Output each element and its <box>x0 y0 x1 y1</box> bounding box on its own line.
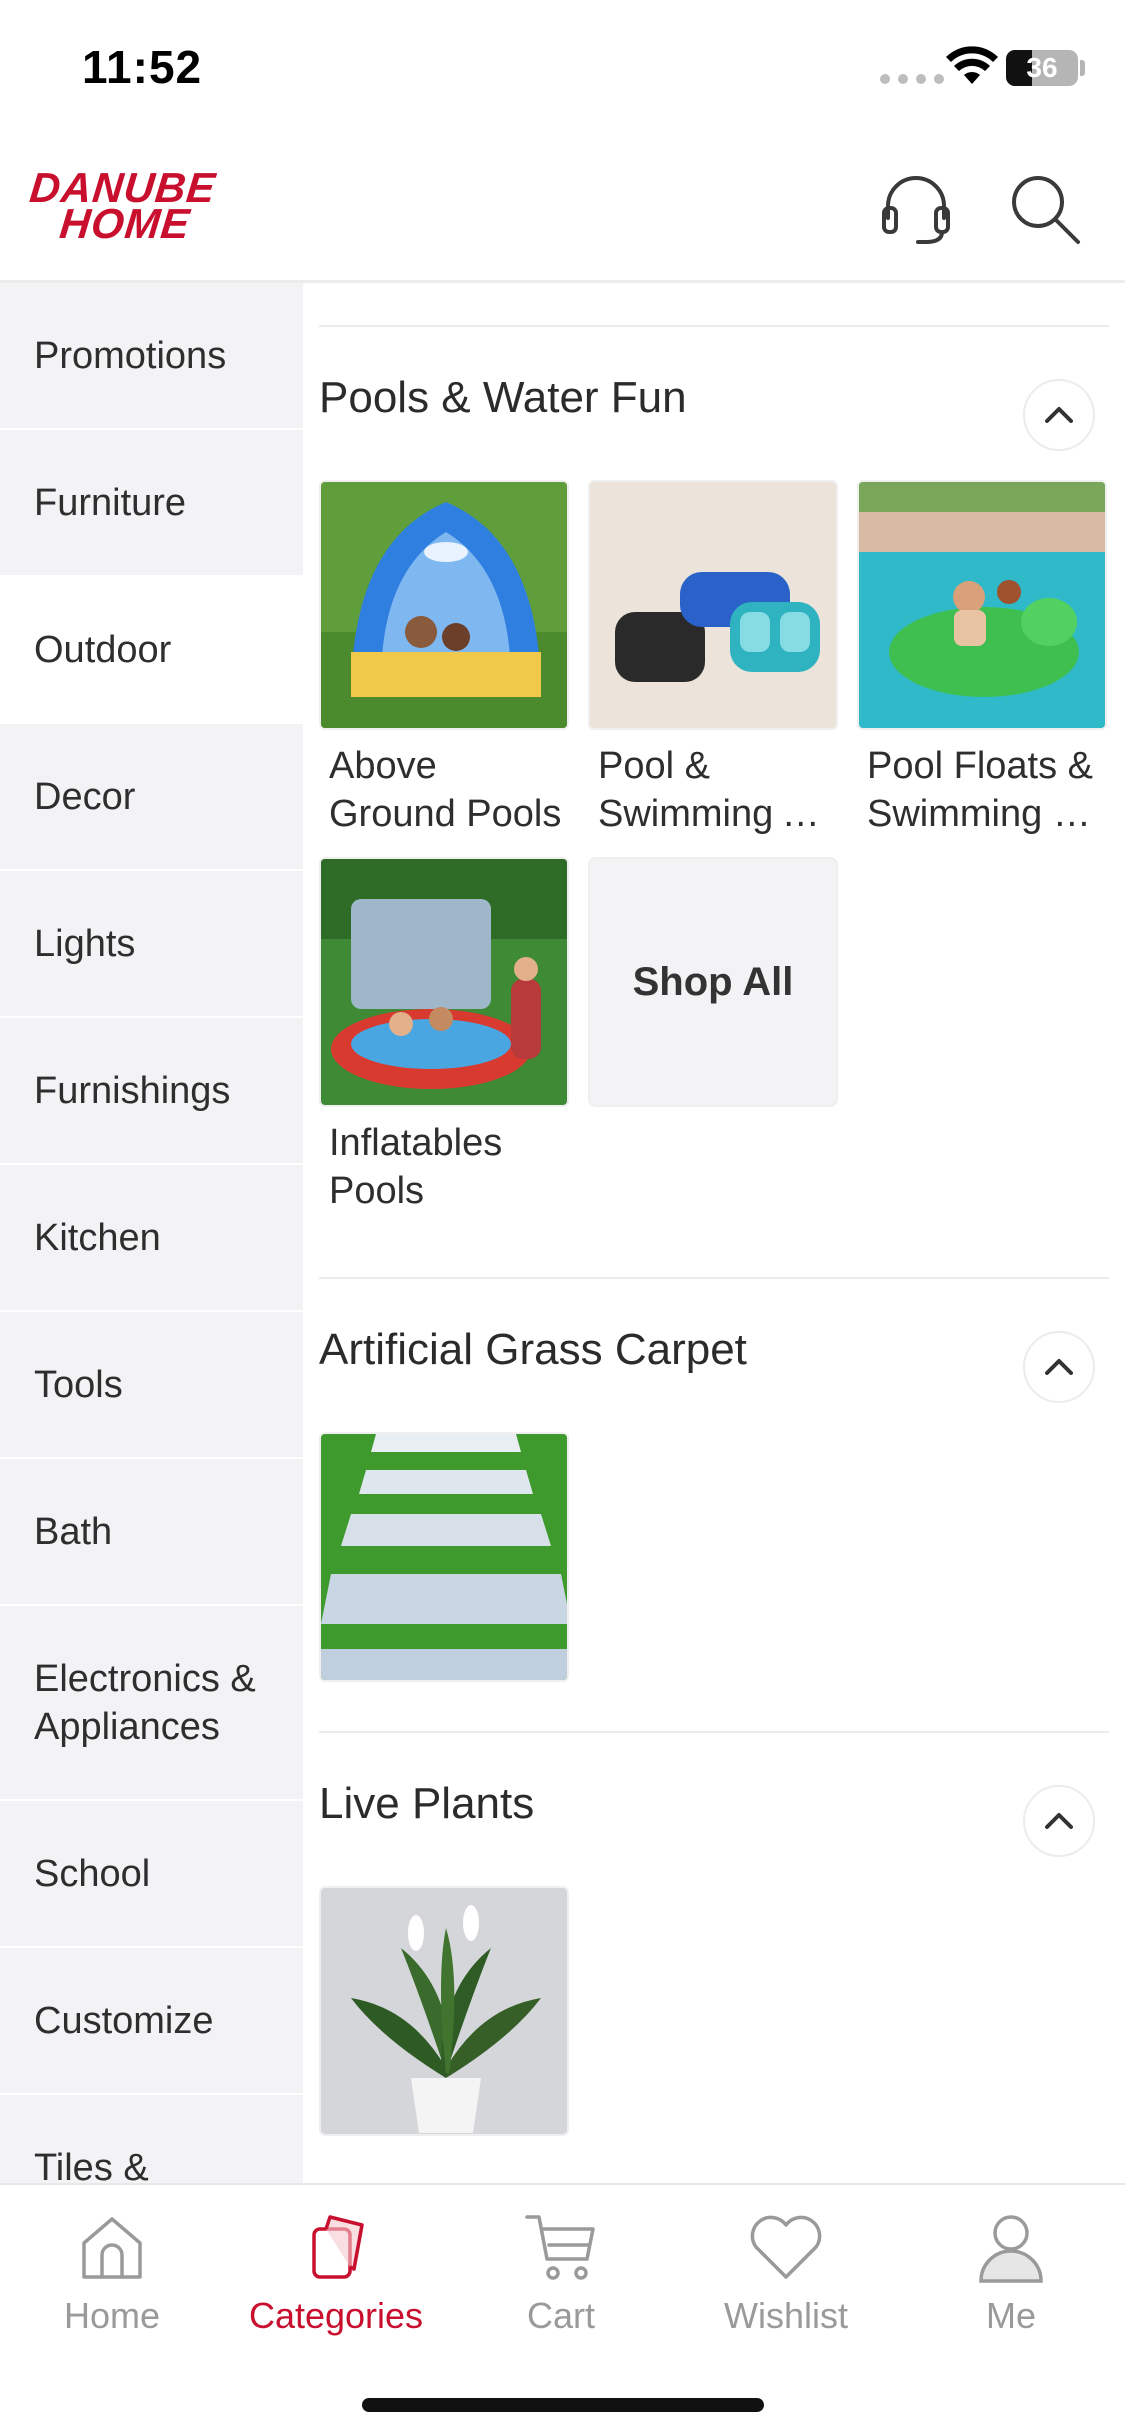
subcategory-label: Above Ground Pools <box>319 742 569 838</box>
wifi-icon <box>946 46 998 84</box>
label-line-2: Swimming R... <box>867 793 1107 835</box>
nav-home[interactable]: Home <box>2 2207 222 2337</box>
sidebar-item-tiles[interactable]: Tiles & <box>0 2095 303 2184</box>
sidebar-item-label: Lights <box>34 922 136 965</box>
nav-wishlist[interactable]: Wishlist <box>676 2207 896 2337</box>
sidebar-item-label: Outdoor <box>34 628 172 671</box>
status-time: 11:52 <box>82 41 203 93</box>
sidebar-item-label: Tools <box>34 1363 123 1406</box>
sidebar-item-label: Furniture <box>34 481 187 524</box>
sidebar-item-promotions[interactable]: Promotions <box>0 283 303 430</box>
section-divider <box>319 325 1109 327</box>
battery-percent: 36 <box>1026 52 1058 83</box>
sidebar-item-school[interactable]: School <box>0 1801 303 1948</box>
sidebar-item-furnishings[interactable]: Furnishings <box>0 1018 303 1165</box>
label-line-1: Pool Floats & <box>867 745 1093 787</box>
above-ground-pool-image <box>321 482 567 728</box>
sidebar-item-bath[interactable]: Bath <box>0 1459 303 1606</box>
section-title-artificial-grass: Artificial Grass Carpet <box>319 1325 747 1374</box>
sidebar-item-label: Customize <box>34 1999 214 2042</box>
subcategory-tile-pool-swimming-accessories[interactable] <box>588 480 838 730</box>
battery-icon: 36 <box>1006 50 1078 86</box>
user-icon <box>979 2215 1043 2283</box>
label-line-1: Above <box>329 745 437 787</box>
subcategory-label: Pool Floats & Swimming R... <box>857 742 1107 838</box>
sidebar-item-decor[interactable]: Decor <box>0 724 303 871</box>
sidebar-item-furniture[interactable]: Furniture <box>0 430 303 577</box>
collapse-button[interactable] <box>1023 379 1095 451</box>
artificial-grass-image <box>321 1434 567 1680</box>
subcategory-tile-inflatable-pools[interactable] <box>319 857 569 1107</box>
nav-label: Home <box>63 2295 161 2336</box>
sidebar-item-label: Promotions <box>34 334 227 377</box>
section-title-pools-water-fun: Pools & Water Fun <box>319 373 687 422</box>
sidebar-item-label: Bath <box>34 1510 113 1553</box>
section-divider <box>319 1277 1109 1279</box>
nav-me[interactable]: Me <box>901 2207 1121 2337</box>
subcategory-tile-live-plants[interactable] <box>319 1886 569 2136</box>
cart-icon <box>525 2215 595 2280</box>
subcategory-label: Inflatables Pools <box>319 1119 569 1215</box>
sidebar-item-outdoor[interactable]: Outdoor <box>0 577 303 724</box>
collapse-button[interactable] <box>1023 1785 1095 1857</box>
nav-label: Categories <box>248 2295 424 2336</box>
subcategory-tile-above-ground-pools[interactable] <box>319 480 569 730</box>
sidebar-item-label: Decor <box>34 775 136 818</box>
chevron-up-icon <box>1045 1813 1073 1829</box>
section-title-live-plants: Live Plants <box>319 1779 535 1828</box>
home-indicator <box>362 2398 764 2412</box>
chevron-up-icon <box>1045 407 1073 423</box>
logo-line-2: HOME <box>57 200 193 247</box>
headset-icon[interactable] <box>876 168 956 248</box>
label-line-2: Pools <box>329 1170 425 1212</box>
pool-float-image <box>859 482 1105 728</box>
app-header: DANUBE HOME <box>0 140 1125 283</box>
nav-cart[interactable]: Cart <box>451 2207 671 2337</box>
chevron-up-icon <box>1045 1359 1073 1375</box>
subcategory-panel: Pools & Water Fun Above Ground Pools Poo… <box>303 283 1125 2183</box>
shop-all-button[interactable]: Shop All <box>588 857 838 1107</box>
sidebar-item-label: Tiles & <box>34 2146 149 2184</box>
sidebar-item-electronics-appliances[interactable]: Electronics & Appliances <box>0 1606 303 1801</box>
nav-label: Me <box>985 2295 1036 2336</box>
heart-icon <box>750 2215 822 2279</box>
nav-label: Wishlist <box>724 2295 848 2336</box>
search-icon[interactable] <box>1004 168 1084 248</box>
home-icon <box>82 2217 142 2279</box>
categories-icon <box>312 2215 364 2279</box>
collapse-button[interactable] <box>1023 1331 1095 1403</box>
sidebar-item-label: Kitchen <box>34 1216 161 1259</box>
status-bar: 11:52 36 <box>0 0 1125 140</box>
section-divider <box>319 1731 1109 1733</box>
sidebar-item-customize[interactable]: Customize <box>0 1948 303 2095</box>
sidebar-item-label: Furnishings <box>34 1069 231 1112</box>
subcategory-tile-pool-floats[interactable] <box>857 480 1107 730</box>
subcategory-tile-artificial-grass[interactable] <box>319 1432 569 1682</box>
label-line-2: Ground Pools <box>329 793 562 835</box>
label-line-1: Pool & <box>598 745 710 787</box>
peace-lily-plant-image <box>321 1888 567 2134</box>
cellular-signal-icon <box>880 74 944 84</box>
subcategory-label: Pool & Swimming A... <box>588 742 838 838</box>
sidebar-item-tools[interactable]: Tools <box>0 1312 303 1459</box>
sidebar-item-label: Electronics & Appliances <box>34 1657 256 1748</box>
sidebar-item-lights[interactable]: Lights <box>0 871 303 1018</box>
category-sidebar: Promotions Furniture Outdoor Decor Light… <box>0 283 303 2183</box>
danube-home-logo[interactable]: DANUBE HOME <box>28 164 219 247</box>
battery-tip <box>1080 60 1085 76</box>
sidebar-item-kitchen[interactable]: Kitchen <box>0 1165 303 1312</box>
nav-categories[interactable]: Categories <box>226 2207 446 2337</box>
label-line-2: Swimming A... <box>598 793 838 835</box>
swimming-goggles-image <box>590 482 836 728</box>
nav-label: Cart <box>526 2295 595 2336</box>
inflatable-pool-image <box>321 859 567 1105</box>
label-line-1: Inflatables <box>329 1122 503 1164</box>
sidebar-item-label: School <box>34 1852 151 1895</box>
